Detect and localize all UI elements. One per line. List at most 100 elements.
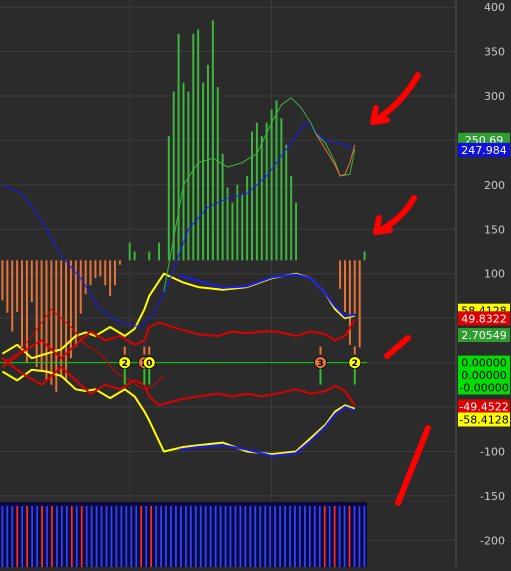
histogram-bar — [339, 260, 342, 289]
strip-bar — [294, 506, 296, 567]
strip-bar — [313, 506, 316, 567]
histogram-bar — [192, 33, 195, 261]
strip-bar — [304, 506, 306, 567]
y-tick-label: -100 — [480, 445, 505, 458]
histogram-bar — [21, 260, 23, 348]
strip-bar — [21, 506, 24, 567]
histogram-bar — [246, 175, 249, 261]
histogram-bar — [275, 100, 278, 261]
value-badge-label: 2.70549 — [461, 329, 507, 342]
strip-bar — [95, 506, 98, 567]
strip-bar — [6, 506, 9, 567]
histogram-bar — [177, 33, 180, 261]
strip-bar — [184, 506, 187, 567]
histogram-bar — [84, 260, 87, 295]
strip-bar — [348, 506, 351, 567]
strip-bar — [130, 506, 133, 567]
strip-bar — [155, 506, 157, 567]
histogram-bar — [363, 251, 366, 261]
strip-bar — [244, 506, 247, 567]
histogram-bar — [348, 260, 351, 345]
histogram-bar — [104, 260, 107, 286]
y-tick-label: 400 — [484, 1, 505, 14]
histogram-bar — [167, 135, 170, 261]
strip-bar — [343, 506, 346, 567]
strip-background — [0, 502, 367, 567]
histogram-bar — [158, 242, 161, 261]
y-tick-label: -200 — [480, 534, 505, 547]
strip-bar — [194, 506, 197, 567]
value-badge-label: 0.00000 — [461, 369, 507, 382]
value-badge-label: 0.00000 — [461, 357, 507, 370]
histogram-bar — [231, 202, 234, 261]
strip-bar — [229, 506, 232, 567]
strip-bar — [26, 506, 29, 567]
strip-bar — [175, 506, 177, 567]
strip-bar — [75, 506, 78, 567]
histogram-bar — [358, 260, 361, 348]
histogram-bar — [265, 122, 268, 261]
strip-bar — [46, 506, 48, 567]
y-tick-label: 300 — [484, 90, 505, 103]
strip-bar — [36, 506, 38, 567]
value-badge-label: 49.8322 — [461, 312, 507, 325]
strip-bar — [289, 506, 291, 567]
strip-bar — [105, 506, 108, 567]
signal-marker-label: 3 — [317, 359, 323, 369]
bottom-strip — [0, 502, 367, 567]
histogram-bar — [216, 87, 219, 261]
histogram-bar — [295, 202, 298, 261]
strip-bar — [65, 506, 68, 567]
histogram-bar — [118, 260, 121, 265]
histogram-bar — [25, 260, 28, 363]
histogram-bar — [79, 260, 82, 314]
strip-bar — [80, 506, 83, 567]
histogram-bar — [114, 260, 116, 286]
strip-bar — [328, 506, 331, 567]
strip-bar — [145, 506, 148, 567]
y-tick-label: 100 — [484, 268, 505, 281]
histogram-bar — [94, 260, 97, 279]
strip-bar — [100, 506, 103, 567]
strip-bar — [180, 506, 182, 567]
histogram-bar — [353, 260, 356, 314]
signal-marker-label: 0 — [146, 359, 152, 369]
strip-bar — [90, 506, 93, 567]
histogram-bar — [6, 260, 9, 313]
strip-bar — [204, 506, 207, 567]
histogram-bar — [1, 260, 4, 301]
strip-bar — [224, 506, 227, 567]
histogram-bar — [270, 109, 273, 261]
histogram-bar — [255, 122, 258, 261]
histogram-bar — [202, 82, 205, 261]
histogram-bar — [344, 260, 346, 312]
strip-bar — [160, 506, 162, 567]
strip-bar — [209, 506, 212, 567]
value-badge-label: -58.4128 — [459, 413, 508, 426]
histogram-bar — [69, 260, 72, 359]
strip-bar — [239, 506, 242, 567]
strip-bar — [254, 506, 257, 567]
strip-bar — [363, 506, 366, 567]
signal-marker-label: 2 — [122, 359, 128, 369]
histogram-bar — [260, 135, 263, 261]
strip-bar — [199, 506, 202, 567]
strip-bar — [110, 506, 113, 567]
strip-bar — [249, 506, 252, 567]
strip-bar — [308, 506, 311, 567]
strip-bar — [61, 506, 63, 567]
strip-bar — [264, 506, 267, 567]
strip-bar — [170, 506, 172, 567]
strip-bar — [41, 506, 43, 567]
strip-bar — [31, 506, 33, 567]
strip-bar — [318, 506, 321, 567]
histogram-bar — [11, 260, 14, 332]
y-tick-label: 200 — [484, 179, 505, 192]
histogram-bar — [197, 29, 200, 261]
value-badge-label: -0.00000 — [459, 381, 508, 394]
strip-bar — [323, 506, 326, 567]
strip-bar — [16, 506, 19, 567]
histogram-bar — [128, 242, 131, 261]
histogram-bar — [280, 118, 283, 261]
histogram-bar — [16, 260, 19, 312]
